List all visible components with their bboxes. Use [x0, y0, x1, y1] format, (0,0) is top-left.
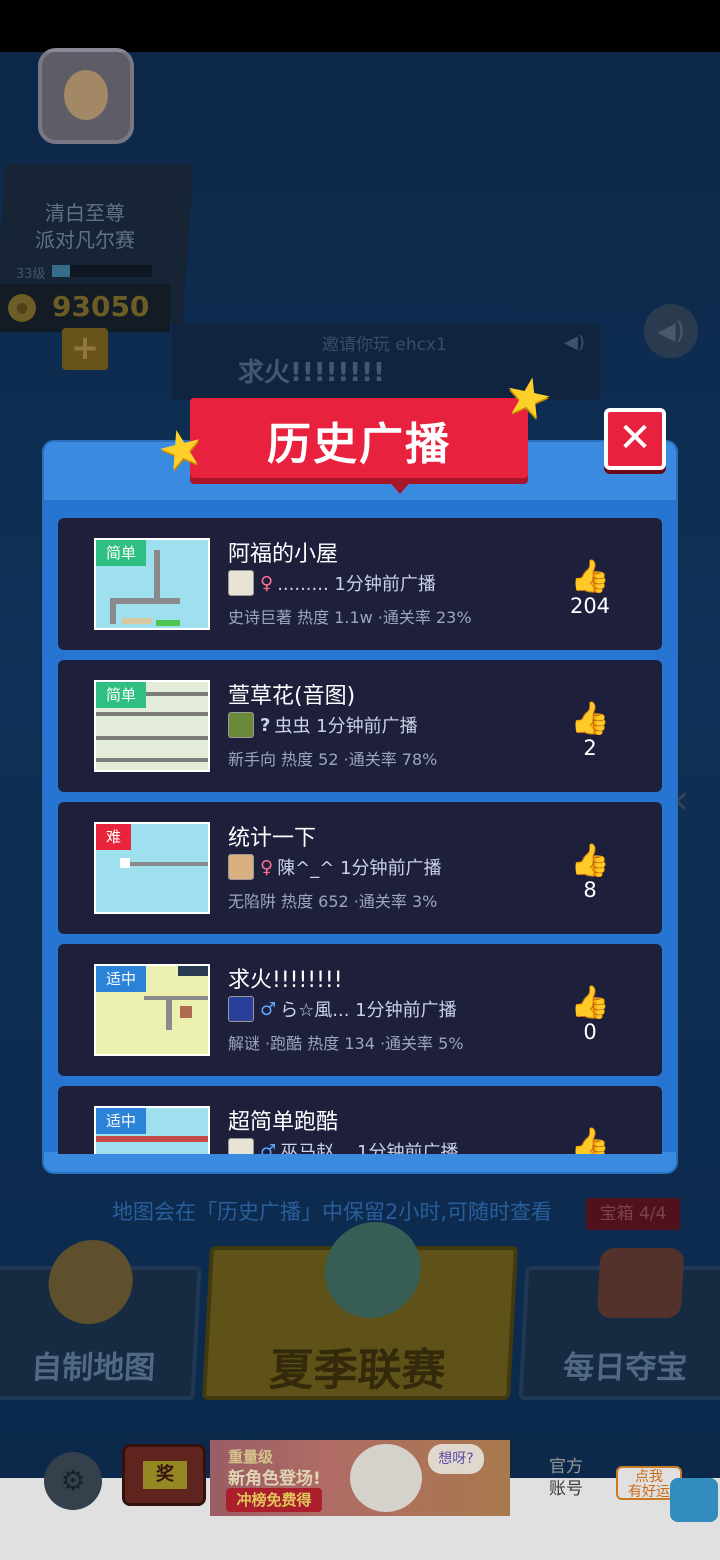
- player-level: 33级: [16, 267, 46, 282]
- author-info: ......... 1分钟前广播: [277, 574, 436, 595]
- promo-line2: 新角色登场!: [228, 1469, 321, 1489]
- gender-male-icon: ♂: [260, 998, 277, 1020]
- map-stats: 史诗巨著 热度 1.1w ·通关率 23%: [228, 608, 472, 627]
- reward-tv-button[interactable]: 奖: [122, 1444, 206, 1506]
- gift-box-icon: [670, 1478, 718, 1522]
- map-thumbnail: 适中: [94, 1106, 210, 1154]
- player-name-line2: 派对凡尔赛: [35, 228, 135, 252]
- mode-custom-label: 自制地图: [30, 1350, 157, 1386]
- account-line2: 账号: [549, 1479, 583, 1499]
- thumbs-up-icon[interactable]: 👍: [568, 842, 612, 878]
- author-avatar: [228, 570, 254, 596]
- like-count: 2: [583, 736, 597, 760]
- level-progress-fill: [52, 265, 70, 277]
- chest-badge: 宝箱 4/4: [586, 1198, 680, 1230]
- megaphone-icon[interactable]: ◀): [644, 304, 698, 358]
- map-title: 求火!!!!!!!!: [228, 968, 343, 993]
- like-count: 0: [583, 1020, 597, 1044]
- list-item[interactable]: 简单 阿福的小屋 ♀ ......... 1分钟前广播 史诗巨著 热度 1.1w…: [58, 518, 662, 650]
- avatar-face: [64, 70, 108, 120]
- map-stats: 新手向 热度 52 ·通关率 78%: [228, 750, 438, 769]
- author-info: 陳^_^ 1分钟前广播: [277, 858, 442, 879]
- author-info: 虫虫 1分钟前广播: [274, 716, 418, 737]
- list-item[interactable]: 简单 萱草花(音图) ? 虫虫 1分钟前广播 新手向 热度 52 ·通关率 78…: [58, 660, 662, 792]
- thumbs-up-icon[interactable]: 👍: [568, 1126, 612, 1154]
- account-line1: 官方: [549, 1457, 583, 1477]
- close-button[interactable]: ✕: [604, 408, 666, 470]
- difficulty-badge: 难: [96, 824, 132, 850]
- promo-bubble: 想呀?: [428, 1444, 484, 1474]
- player-avatar[interactable]: [38, 48, 134, 144]
- map-thumbnail: 简单: [94, 538, 210, 630]
- author-info: 巫马赵... 1分钟前广播: [280, 1142, 459, 1154]
- broadcast-list[interactable]: 简单 阿福的小屋 ♀ ......... 1分钟前广播 史诗巨著 热度 1.1w…: [58, 518, 662, 1154]
- coins-row: ● 93050: [0, 284, 170, 332]
- list-item[interactable]: 适中 超简单跑酷 ♂ 巫马赵... 1分钟前广播 👍: [58, 1086, 662, 1154]
- mode-daily-label: 每日夺宝: [562, 1350, 689, 1386]
- author-avatar: [228, 996, 254, 1022]
- map-author: ♀ 陳^_^ 1分钟前广播: [228, 854, 442, 880]
- map-author: ♂ ら☆風... 1分钟前广播: [228, 996, 457, 1022]
- coin-icon: ●: [8, 294, 36, 322]
- map-title: 统计一下: [228, 826, 317, 851]
- promo-banner[interactable]: 重量级 新角色登场! 冲榜免费得 想呀?: [210, 1440, 510, 1516]
- history-broadcast-modal: 简单 阿福的小屋 ♀ ......... 1分钟前广播 史诗巨著 热度 1.1w…: [44, 442, 676, 1172]
- mode-summer-league[interactable]: 夏季联赛: [201, 1222, 519, 1400]
- map-stats: 解谜 ·跑酷 热度 134 ·通关率 5%: [228, 1034, 464, 1053]
- author-avatar: [228, 854, 254, 880]
- promo-cta: 冲榜免费得: [226, 1488, 322, 1512]
- gender-female-icon: ♀: [260, 572, 274, 594]
- map-author: ? 虫虫 1分钟前广播: [228, 712, 418, 738]
- map-title: 超简单跑酷: [228, 1110, 339, 1135]
- broadcast-message: 求火!!!!!!!!: [238, 358, 385, 388]
- map-thumbnail: 难: [94, 822, 210, 914]
- difficulty-badge: 适中: [96, 1108, 147, 1134]
- mode-summer-label: 夏季联赛: [268, 1345, 447, 1396]
- like-count: 8: [583, 878, 597, 902]
- map-author: ♂ 巫马赵... 1分钟前广播: [228, 1138, 458, 1154]
- gender-male-icon: ♂: [260, 1140, 277, 1155]
- difficulty-badge: 简单: [96, 540, 147, 566]
- thumbs-up-icon[interactable]: 👍: [568, 984, 612, 1020]
- panda-mascot: [350, 1444, 422, 1512]
- speaker-icon: ◀): [564, 332, 585, 353]
- author-info: ら☆風... 1分钟前广播: [280, 1000, 457, 1021]
- difficulty-badge: 简单: [96, 682, 147, 708]
- difficulty-badge: 适中: [96, 966, 147, 992]
- official-account-button[interactable]: 官方 账号: [540, 1456, 592, 1500]
- map-title: 萱草花(音图): [228, 684, 356, 709]
- coin-value: 93050: [52, 290, 150, 323]
- map-stats: 无陷阱 热度 652 ·通关率 3%: [228, 892, 438, 911]
- mode-daily-treasure[interactable]: 每日夺宝: [518, 1248, 720, 1400]
- thumbs-up-icon[interactable]: 👍: [568, 558, 612, 594]
- thumbs-up-icon[interactable]: 👍: [568, 700, 612, 736]
- author-avatar: [228, 1138, 254, 1154]
- mode-custom-map[interactable]: 自制地图: [0, 1240, 202, 1400]
- add-coins-button[interactable]: +: [62, 328, 108, 370]
- gender-female-icon: ♀: [260, 856, 274, 878]
- author-avatar: [228, 712, 254, 738]
- player-name-line1: 清白至尊: [45, 201, 125, 225]
- map-thumbnail: 适中: [94, 964, 210, 1056]
- player-name: 清白至尊 派对凡尔赛: [10, 200, 160, 254]
- ribbon-tail: [386, 478, 414, 494]
- list-item[interactable]: 适中 求火!!!!!!!! ♂ ら☆風... 1分钟前广播 解谜 ·跑酷 热度 …: [58, 944, 662, 1076]
- map-author: ♀ ......... 1分钟前广播: [228, 570, 436, 596]
- like-count: 204: [569, 594, 611, 618]
- gender-unknown-icon: ?: [260, 714, 271, 736]
- gear-icon[interactable]: ⚙: [44, 1452, 102, 1510]
- reward-tv-label: 奖: [143, 1461, 187, 1489]
- map-thumbnail: 简单: [94, 680, 210, 772]
- list-item[interactable]: 难 统计一下 ♀ 陳^_^ 1分钟前广播 无陷阱 热度 652 ·通关率 3% …: [58, 802, 662, 934]
- modal-title-ribbon: 历史广播: [190, 398, 528, 478]
- level-progress-bar: [52, 265, 152, 277]
- map-title: 阿福的小屋: [228, 542, 339, 567]
- modal-title: 历史广播: [267, 419, 451, 470]
- treasure-chest-art: [596, 1248, 685, 1318]
